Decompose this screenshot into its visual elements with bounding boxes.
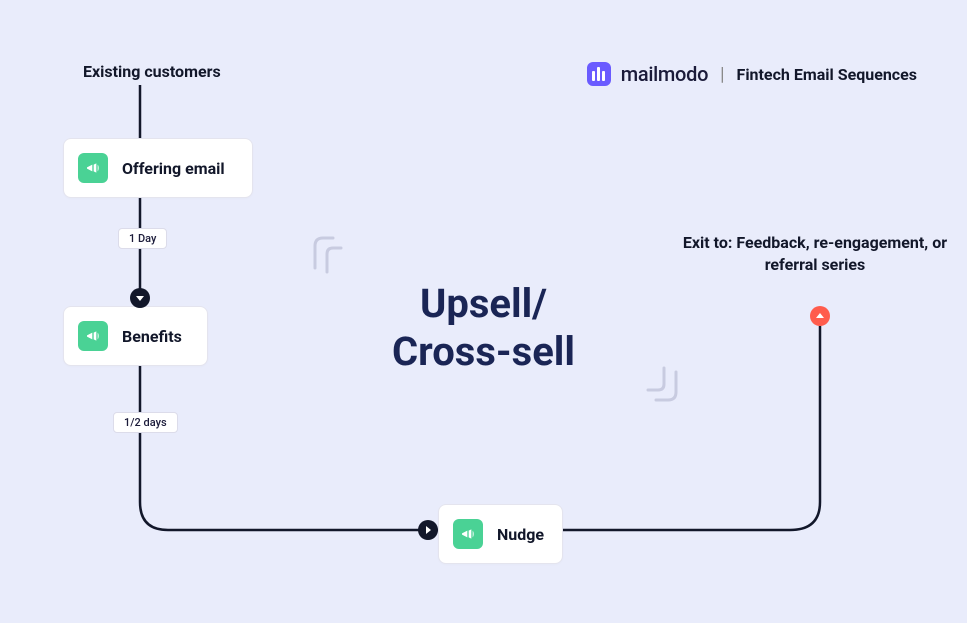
- delay-badge-1: 1 Day: [118, 228, 167, 249]
- exit-label: Exit to: Feedback, re-engagement, or ref…: [680, 232, 950, 277]
- arrow-right-icon: [418, 520, 438, 540]
- node-label: Nudge: [497, 525, 544, 544]
- header-subtitle: Fintech Email Sequences: [737, 65, 917, 84]
- title-line-1: Upsell/: [420, 280, 547, 327]
- brand-logo-icon: [587, 62, 611, 86]
- megaphone-icon: [453, 519, 483, 549]
- flow-start-label: Existing customers: [83, 62, 221, 81]
- node-label: Offering email: [122, 159, 225, 178]
- node-nudge: Nudge: [438, 504, 563, 564]
- diagram-title: Upsell/ Cross-sell: [0, 280, 967, 376]
- megaphone-icon: [78, 153, 108, 183]
- node-offering-email: Offering email: [63, 138, 253, 198]
- title-line-2: Cross-sell: [392, 328, 575, 375]
- header-divider: |: [720, 64, 724, 85]
- header: mailmodo | Fintech Email Sequences: [587, 62, 917, 86]
- brand-name: mailmodo: [621, 62, 708, 86]
- delay-badge-2: 1/2 days: [113, 412, 178, 433]
